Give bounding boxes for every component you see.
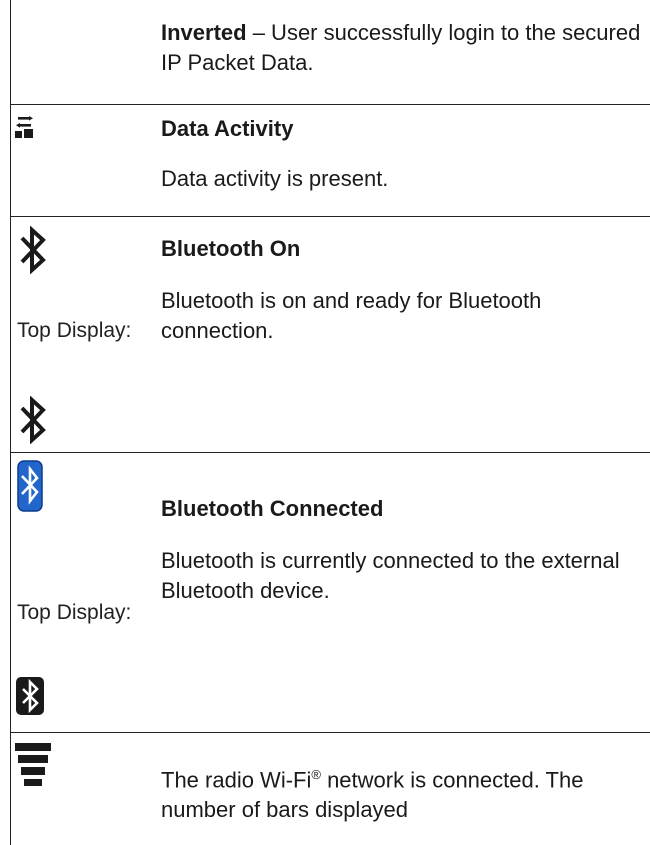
row-divider xyxy=(11,452,650,453)
top-display-label: Top Display: xyxy=(17,601,132,624)
bluetooth-connected-inverted-icon xyxy=(15,676,45,716)
row-data-activity-text: Data activity is present. xyxy=(161,166,389,191)
row-divider xyxy=(11,216,650,217)
wifi-bars-icon xyxy=(15,743,51,789)
row-bluetooth-on-text: Bluetooth is on and ready for Bluetooth … xyxy=(161,288,542,343)
row-inverted-title: Inverted xyxy=(161,20,247,45)
bluetooth-connected-icon xyxy=(17,460,43,512)
row-divider xyxy=(11,732,650,733)
row-inverted-description: Inverted – User successfully login to th… xyxy=(161,18,641,78)
bluetooth-icon xyxy=(17,395,51,445)
row-wifi-text-main: The radio Wi-Fi xyxy=(161,767,312,793)
row-divider xyxy=(11,104,650,105)
data-activity-icon xyxy=(13,116,37,140)
row-wifi-text: The radio Wi-Fi® network is connected. T… xyxy=(161,760,641,825)
row-data-activity-title: Data Activity xyxy=(161,116,294,141)
top-display-label: Top Display: xyxy=(17,319,132,342)
row-bluetooth-connected-title: Bluetooth Connected xyxy=(161,496,384,521)
registered-mark: ® xyxy=(311,767,321,782)
icon-table: Inverted – User successfully login to th… xyxy=(10,0,650,845)
row-bluetooth-on-title: Bluetooth On xyxy=(161,236,301,261)
bluetooth-icon xyxy=(17,225,51,275)
row-bluetooth-connected-text: Bluetooth is currently connected to the … xyxy=(161,548,620,603)
